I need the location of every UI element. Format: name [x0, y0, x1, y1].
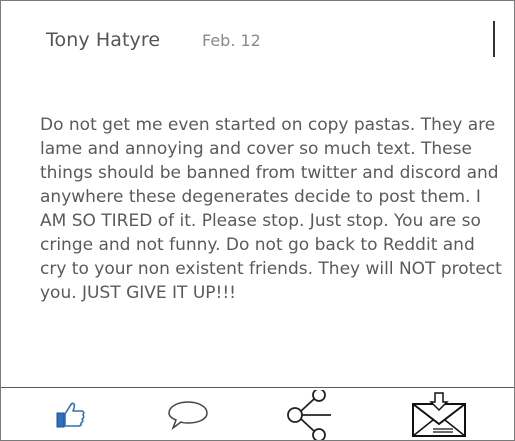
- save-button[interactable]: [409, 388, 469, 441]
- comment-button[interactable]: [163, 388, 213, 441]
- envelope-download-icon: [411, 391, 467, 438]
- like-button[interactable]: [51, 388, 91, 441]
- thumbs-up-icon: [56, 401, 86, 429]
- post-card: Tony Hatyre Feb. 12 Do not get me even s…: [0, 0, 515, 441]
- scrollbar-thumb[interactable]: [493, 21, 495, 57]
- speech-bubble-icon: [166, 399, 210, 431]
- post-date: Feb. 12: [202, 31, 261, 50]
- post-action-bar: [1, 387, 514, 441]
- share-icon: [285, 389, 333, 440]
- post-text: Do not get me even started on copy pasta…: [40, 115, 502, 303]
- author-name[interactable]: Tony Hatyre: [46, 29, 160, 51]
- share-button[interactable]: [284, 388, 334, 441]
